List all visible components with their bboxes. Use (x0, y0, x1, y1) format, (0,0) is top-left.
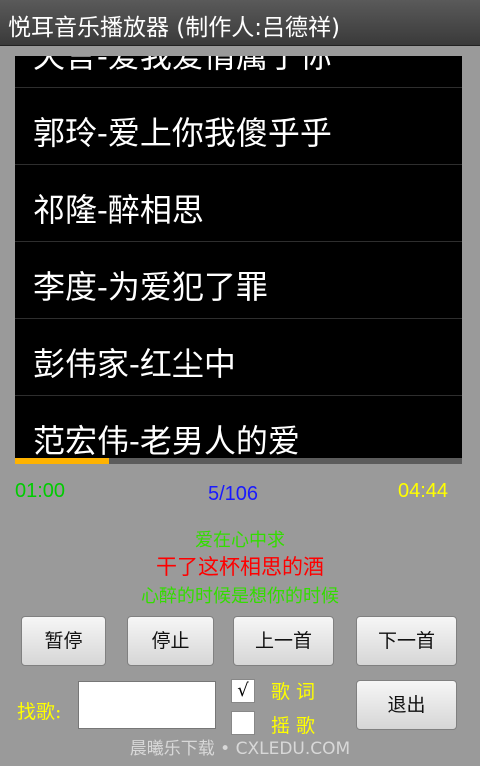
song-list-item[interactable]: 祁隆-醉相思 (15, 165, 462, 242)
song-title: 郭玲-爱上你我傻乎乎 (33, 114, 332, 152)
previous-track-button[interactable]: 上一首 (233, 616, 334, 666)
lyric-previous-line: 爱在心中求 (195, 530, 285, 551)
song-list-item[interactable]: 郭玲-爱上你我傻乎乎 (15, 88, 462, 165)
watermark-text: 晨曦乐下载 • CXLEDU.COM (129, 739, 351, 759)
pause-button[interactable]: 暂停 (21, 616, 106, 666)
total-time: 04:44 (398, 480, 449, 502)
song-search-input[interactable] (78, 681, 216, 729)
next-track-button[interactable]: 下一首 (356, 616, 457, 666)
playback-progress-bar[interactable] (15, 458, 462, 464)
track-index: 5/106 (208, 483, 259, 505)
lyric-current-line: 干了这杯相思的酒 (156, 555, 324, 579)
playback-progress-fill (15, 458, 109, 464)
title-bar: 悦耳音乐播放器 (制作人:吕德祥) (0, 0, 480, 46)
exit-button[interactable]: 退出 (356, 680, 457, 730)
lyrics-checkbox[interactable]: √ (231, 679, 255, 703)
lyrics-checkbox-label: 歌 词 (271, 681, 316, 703)
song-list[interactable]: 天言-爱我爱情属于你 郭玲-爱上你我傻乎乎 祁隆-醉相思 李度-为爱犯了罪 彭伟… (15, 56, 462, 458)
stop-button[interactable]: 停止 (127, 616, 214, 666)
song-list-item[interactable]: 天言-爱我爱情属于你 (15, 56, 462, 88)
elapsed-time: 01:00 (15, 480, 66, 502)
song-title: 范宏伟-老男人的爱 (33, 422, 300, 458)
song-list-item[interactable]: 李度-为爱犯了罪 (15, 242, 462, 319)
app-title: 悦耳音乐播放器 (制作人:吕德祥) (8, 15, 341, 41)
song-title: 李度-为爱犯了罪 (33, 268, 268, 306)
song-list-item[interactable]: 彭伟家-红尘中 (15, 319, 462, 396)
shuffle-checkbox[interactable] (231, 711, 255, 735)
find-song-label: 找歌: (17, 701, 62, 723)
lyric-next-line: 心醉的时候是想你的时候 (141, 586, 339, 607)
song-title: 天言-爱我爱情属于你 (33, 56, 332, 75)
song-title: 祁隆-醉相思 (33, 191, 204, 229)
song-list-item[interactable]: 范宏伟-老男人的爱 (15, 396, 462, 458)
song-title: 彭伟家-红尘中 (33, 345, 236, 383)
